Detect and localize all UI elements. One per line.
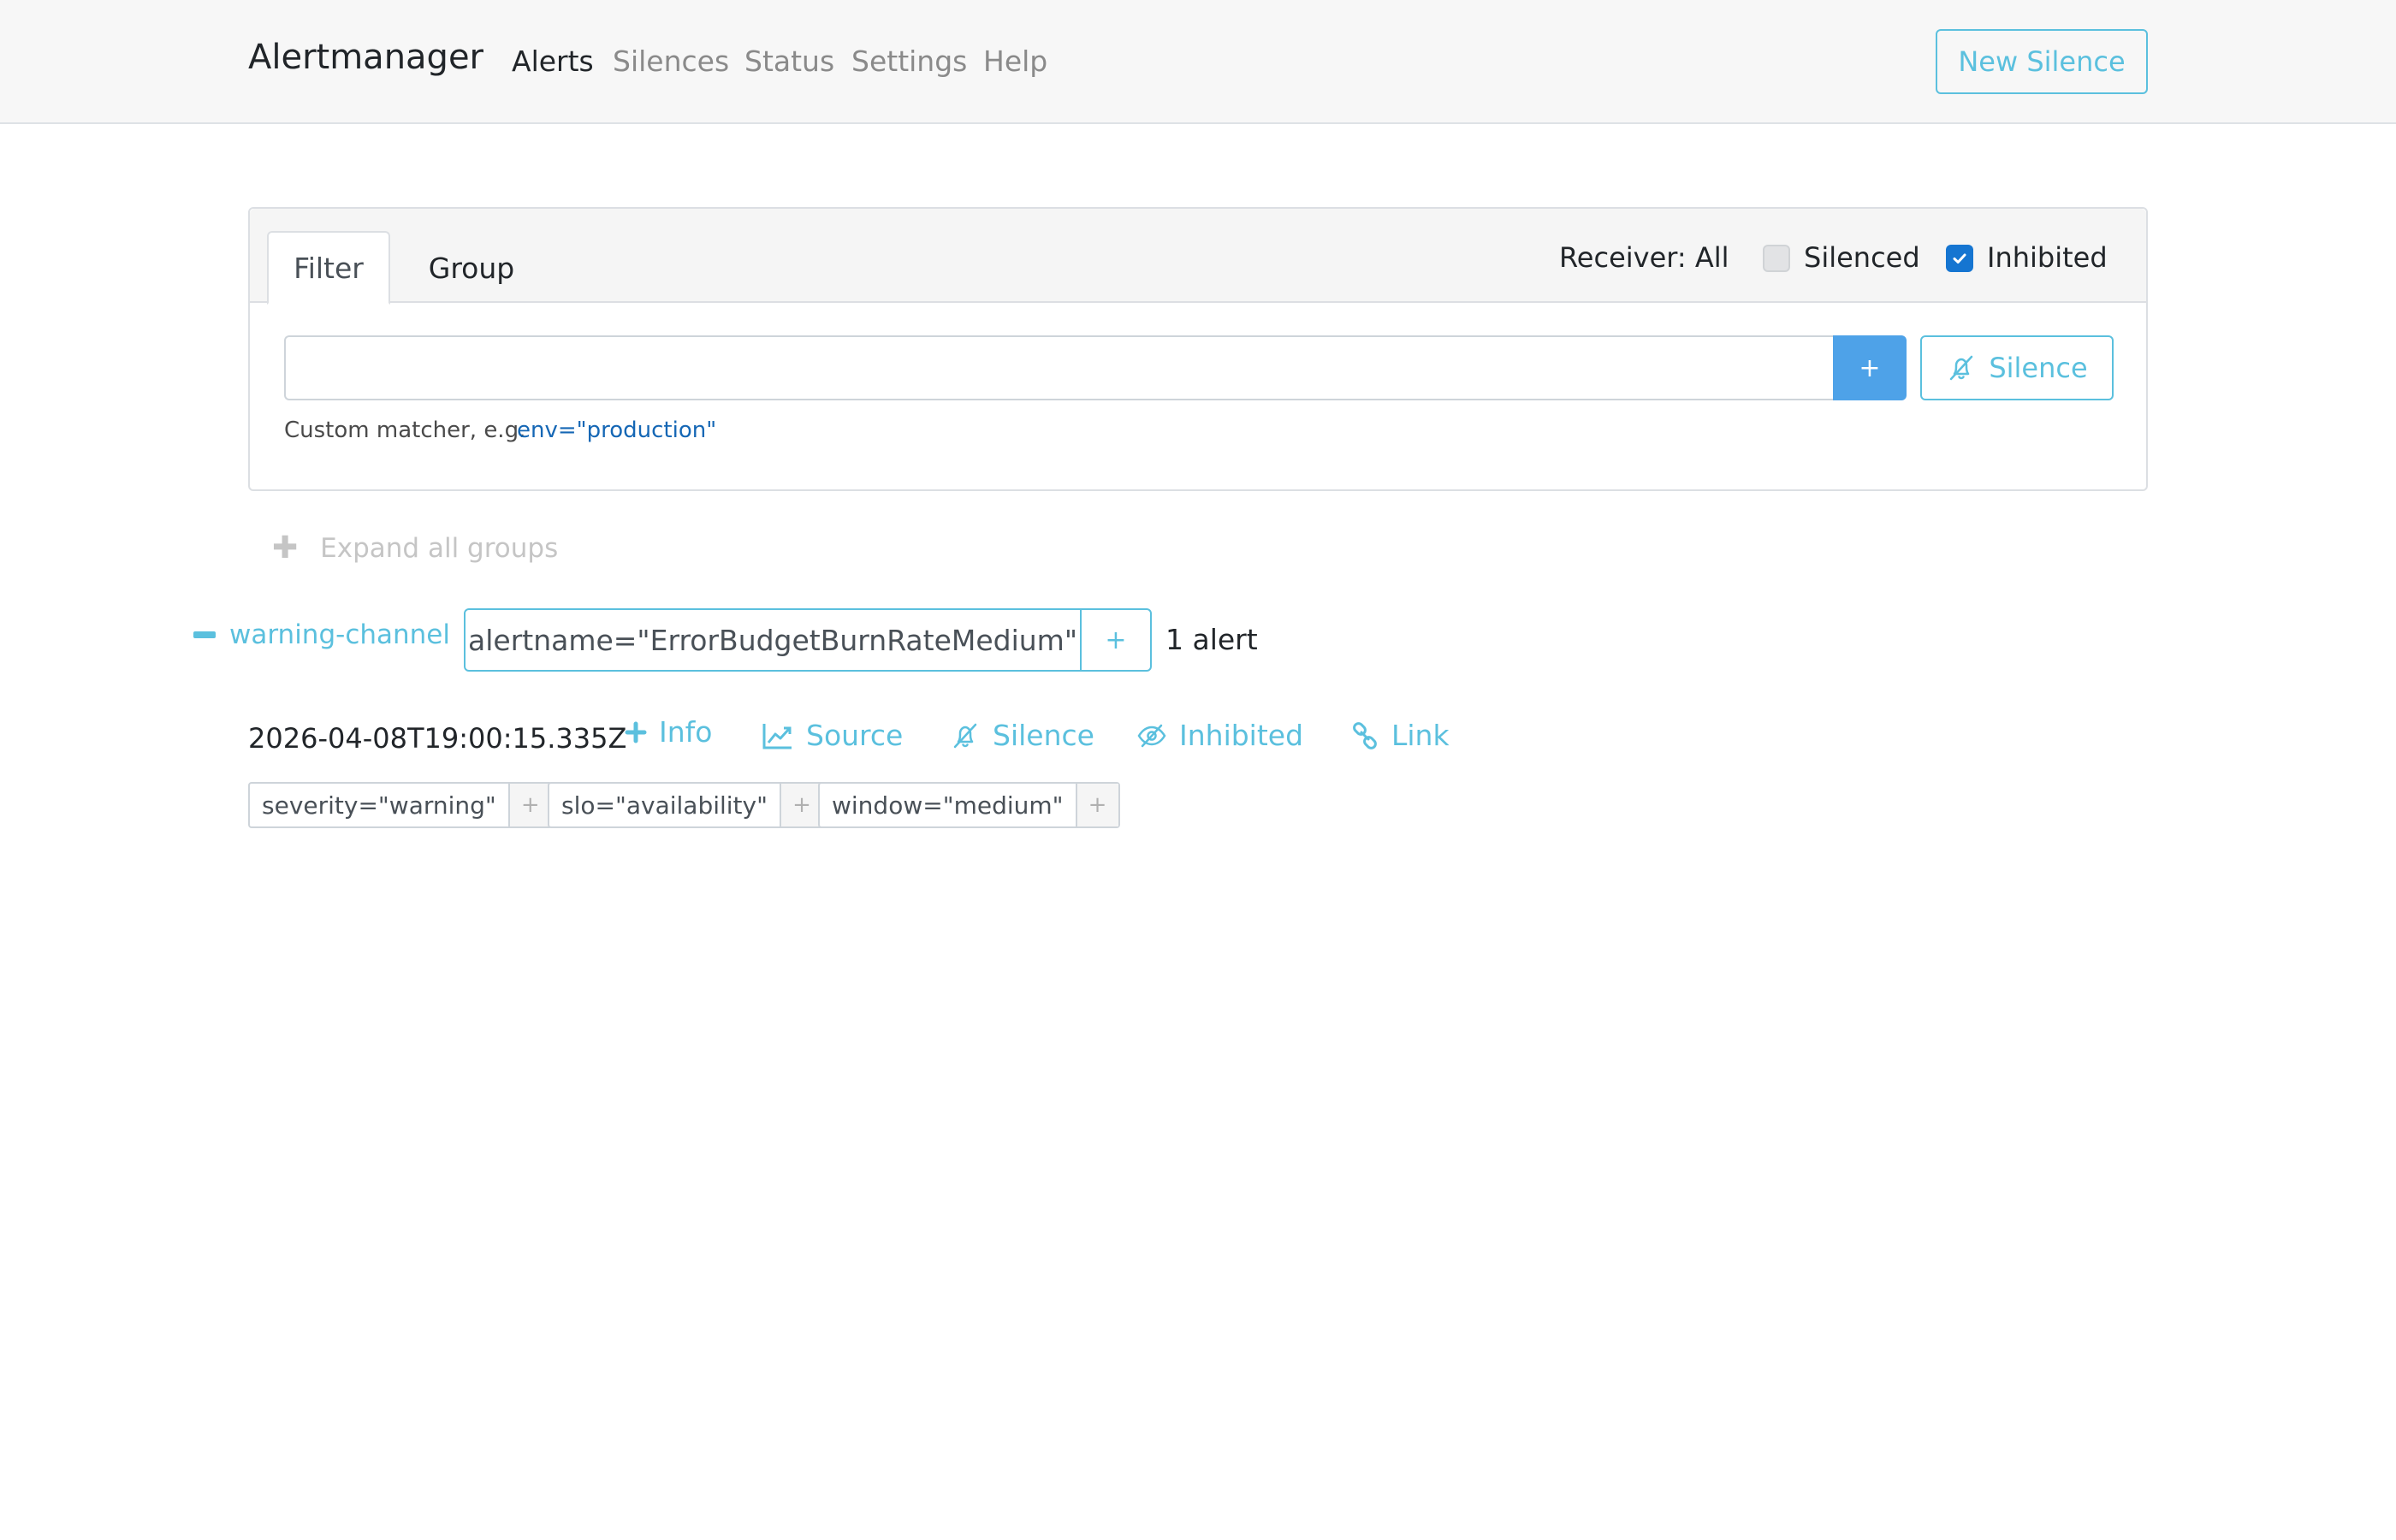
tab-group[interactable]: Group	[407, 231, 536, 305]
nav-alerts[interactable]: Alerts	[512, 44, 594, 78]
source-label: Source	[806, 719, 904, 752]
nav-status[interactable]: Status	[744, 44, 834, 78]
brand-title[interactable]: Alertmanager	[248, 38, 483, 77]
link-button[interactable]: Link	[1350, 719, 1450, 752]
top-navbar: Alertmanager Alerts Silences Status Sett…	[0, 0, 2396, 124]
matcher-input[interactable]	[284, 335, 1833, 400]
silenced-checkbox[interactable]	[1763, 245, 1790, 272]
info-label: Info	[659, 715, 713, 749]
inhibited-action-label: Inhibited	[1179, 719, 1304, 752]
inhibited-button[interactable]: Inhibited	[1136, 719, 1303, 752]
tab-filter[interactable]: Filter	[267, 231, 390, 305]
expand-all-groups[interactable]: ✚ Expand all groups	[272, 530, 558, 566]
nav-help[interactable]: Help	[983, 44, 1047, 78]
bell-slash-icon	[953, 723, 977, 748]
new-silence-button[interactable]: New Silence	[1936, 29, 2148, 94]
silenced-label[interactable]: Silenced	[1804, 241, 1920, 274]
source-button[interactable]: Source	[762, 719, 903, 752]
silence-alert-button[interactable]: Silence	[950, 719, 1094, 752]
silence-alert-label: Silence	[993, 719, 1094, 752]
inhibited-checkbox[interactable]	[1946, 245, 1973, 272]
nav-settings[interactable]: Settings	[851, 44, 967, 78]
filter-card-header: Filter Group Receiver: All Silenced Inhi…	[250, 209, 2146, 305]
label-chip-text[interactable]: slo="availability"	[549, 784, 781, 826]
group-matcher: alertname="ErrorBudgetBurnRateMedium" +	[464, 608, 1152, 672]
nav-silences[interactable]: Silences	[613, 44, 729, 78]
silence-filter-label: Silence	[1989, 352, 2088, 384]
label-chip: severity="warning" +	[248, 782, 553, 828]
label-chip-add-button[interactable]: +	[1076, 784, 1118, 826]
plus-icon: ✚	[272, 530, 299, 566]
label-chip: slo="availability" +	[548, 782, 824, 828]
receiver-selector[interactable]: Receiver: All	[1559, 241, 1729, 274]
group-matcher-add-button[interactable]: +	[1082, 610, 1150, 670]
silence-filter-button[interactable]: Silence	[1920, 335, 2114, 400]
filter-card: Filter Group Receiver: All Silenced Inhi…	[248, 207, 2148, 491]
group-matcher-text[interactable]: alertname="ErrorBudgetBurnRateMedium"	[466, 610, 1082, 670]
alert-count: 1 alert	[1165, 623, 1258, 656]
plus-icon	[625, 721, 647, 743]
label-chip-text[interactable]: severity="warning"	[250, 784, 510, 826]
link-label: Link	[1391, 719, 1450, 752]
group-receiver-name[interactable]: warning-channel	[229, 619, 450, 650]
check-icon	[1953, 253, 1966, 264]
info-button[interactable]: Info	[625, 715, 712, 749]
eye-slash-icon	[1137, 724, 1166, 747]
bell-slash-icon	[1950, 355, 1973, 381]
label-chip-text[interactable]: window="medium"	[820, 784, 1077, 826]
link-icon	[1353, 721, 1377, 749]
alert-timestamp: 2026-04-08T19:00:15.335Z	[248, 722, 627, 755]
collapse-group-icon[interactable]	[193, 631, 216, 638]
chart-line-icon	[762, 723, 792, 749]
matcher-hint-example[interactable]: env="production"	[517, 418, 716, 443]
label-chip: window="medium" +	[818, 782, 1120, 828]
inhibited-label[interactable]: Inhibited	[1987, 241, 2108, 274]
label-chip-add-button[interactable]: +	[780, 784, 822, 826]
matcher-hint: Custom matcher, e.g.	[284, 418, 526, 443]
label-chip-add-button[interactable]: +	[509, 784, 551, 826]
expand-all-label: Expand all groups	[320, 532, 559, 564]
add-matcher-button[interactable]: +	[1833, 335, 1907, 400]
